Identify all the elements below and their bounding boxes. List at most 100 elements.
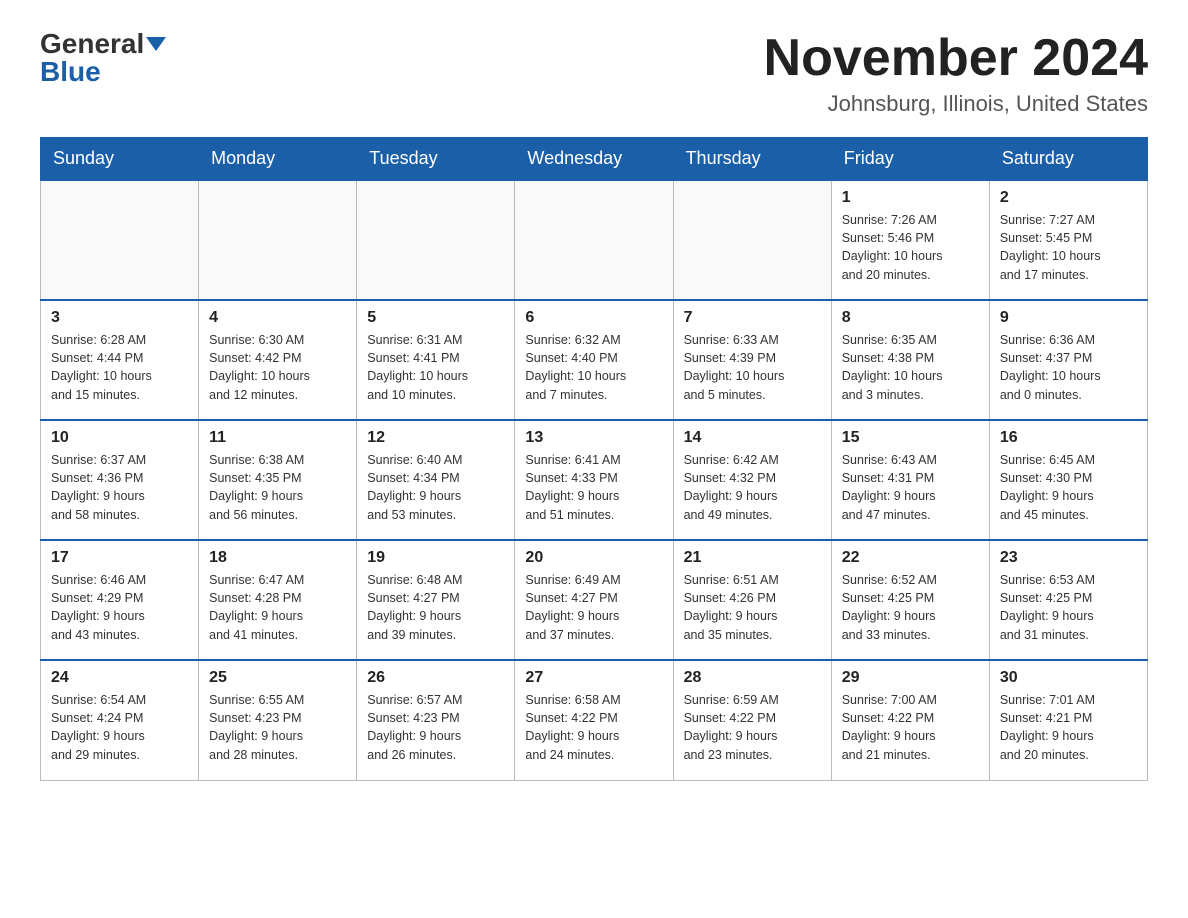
calendar-cell: 20 Sunrise: 6:49 AMSunset: 4:27 PMDayligh… <box>515 540 673 660</box>
day-number: 15 <box>842 429 979 447</box>
day-info: Sunrise: 6:35 AMSunset: 4:38 PMDaylight:… <box>842 331 979 404</box>
day-info: Sunrise: 6:36 AMSunset: 4:37 PMDaylight:… <box>1000 331 1137 404</box>
day-info: Sunrise: 6:32 AMSunset: 4:40 PMDaylight:… <box>525 331 662 404</box>
day-info: Sunrise: 6:57 AMSunset: 4:23 PMDaylight:… <box>367 691 504 764</box>
day-info: Sunrise: 6:41 AMSunset: 4:33 PMDaylight:… <box>525 451 662 524</box>
day-info: Sunrise: 6:51 AMSunset: 4:26 PMDaylight:… <box>684 571 821 644</box>
calendar-cell: 19 Sunrise: 6:48 AMSunset: 4:27 PMDayligh… <box>357 540 515 660</box>
calendar-cell: 29 Sunrise: 7:00 AMSunset: 4:22 PMDayligh… <box>831 660 989 780</box>
calendar-cell: 8 Sunrise: 6:35 AMSunset: 4:38 PMDaylight… <box>831 300 989 420</box>
day-info: Sunrise: 6:59 AMSunset: 4:22 PMDaylight:… <box>684 691 821 764</box>
day-number: 1 <box>842 189 979 207</box>
day-info: Sunrise: 6:38 AMSunset: 4:35 PMDaylight:… <box>209 451 346 524</box>
calendar-cell <box>673 180 831 300</box>
day-info: Sunrise: 6:33 AMSunset: 4:39 PMDaylight:… <box>684 331 821 404</box>
weekday-header-tuesday: Tuesday <box>357 138 515 181</box>
day-number: 8 <box>842 309 979 327</box>
day-info: Sunrise: 6:30 AMSunset: 4:42 PMDaylight:… <box>209 331 346 404</box>
calendar-cell: 13 Sunrise: 6:41 AMSunset: 4:33 PMDayligh… <box>515 420 673 540</box>
calendar-cell: 26Sunrise: 6:57 AMSunset: 4:23 PMDayligh… <box>357 660 515 780</box>
day-info: Sunrise: 7:00 AMSunset: 4:22 PMDaylight:… <box>842 691 979 764</box>
day-info: Sunrise: 7:01 AMSunset: 4:21 PMDaylight:… <box>1000 691 1137 764</box>
day-number: 20 <box>525 549 662 567</box>
day-info: Sunrise: 6:48 AMSunset: 4:27 PMDaylight:… <box>367 571 504 644</box>
day-info: Sunrise: 6:53 AMSunset: 4:25 PMDaylight:… <box>1000 571 1137 644</box>
day-info: Sunrise: 6:37 AMSunset: 4:36 PMDaylight:… <box>51 451 188 524</box>
day-number: 3 <box>51 309 188 327</box>
day-number: 9 <box>1000 309 1137 327</box>
month-title: November 2024 <box>764 30 1148 87</box>
day-number: 11 <box>209 429 346 447</box>
day-info: Sunrise: 6:47 AMSunset: 4:28 PMDaylight:… <box>209 571 346 644</box>
day-number: 7 <box>684 309 821 327</box>
day-number: 14 <box>684 429 821 447</box>
day-info: Sunrise: 6:52 AMSunset: 4:25 PMDaylight:… <box>842 571 979 644</box>
weekday-header-monday: Monday <box>199 138 357 181</box>
calendar-cell: 12 Sunrise: 6:40 AMSunset: 4:34 PMDayligh… <box>357 420 515 540</box>
day-number: 19 <box>367 549 504 567</box>
day-number: 4 <box>209 309 346 327</box>
day-info: Sunrise: 6:28 AMSunset: 4:44 PMDaylight:… <box>51 331 188 404</box>
calendar-cell <box>199 180 357 300</box>
calendar-cell: 24Sunrise: 6:54 AMSunset: 4:24 PMDayligh… <box>41 660 199 780</box>
day-number: 18 <box>209 549 346 567</box>
calendar-cell <box>357 180 515 300</box>
day-number: 17 <box>51 549 188 567</box>
day-number: 30 <box>1000 669 1137 687</box>
calendar-cell: 3 Sunrise: 6:28 AMSunset: 4:44 PMDaylight… <box>41 300 199 420</box>
day-number: 21 <box>684 549 821 567</box>
day-number: 29 <box>842 669 979 687</box>
day-number: 5 <box>367 309 504 327</box>
calendar-cell: 17 Sunrise: 6:46 AMSunset: 4:29 PMDayligh… <box>41 540 199 660</box>
day-number: 25 <box>209 669 346 687</box>
logo: General Blue <box>40 30 166 86</box>
calendar-cell: 1 Sunrise: 7:26 AMSunset: 5:46 PMDaylight… <box>831 180 989 300</box>
week-row-3: 10 Sunrise: 6:37 AMSunset: 4:36 PMDayligh… <box>41 420 1148 540</box>
weekday-header-sunday: Sunday <box>41 138 199 181</box>
weekday-header-wednesday: Wednesday <box>515 138 673 181</box>
day-info: Sunrise: 6:49 AMSunset: 4:27 PMDaylight:… <box>525 571 662 644</box>
day-number: 10 <box>51 429 188 447</box>
calendar-cell: 21 Sunrise: 6:51 AMSunset: 4:26 PMDayligh… <box>673 540 831 660</box>
calendar-cell: 16 Sunrise: 6:45 AMSunset: 4:30 PMDayligh… <box>989 420 1147 540</box>
day-number: 16 <box>1000 429 1137 447</box>
day-info: Sunrise: 6:45 AMSunset: 4:30 PMDaylight:… <box>1000 451 1137 524</box>
calendar-cell <box>515 180 673 300</box>
calendar-cell: 27Sunrise: 6:58 AMSunset: 4:22 PMDayligh… <box>515 660 673 780</box>
week-row-2: 3 Sunrise: 6:28 AMSunset: 4:44 PMDaylight… <box>41 300 1148 420</box>
day-info: Sunrise: 6:40 AMSunset: 4:34 PMDaylight:… <box>367 451 504 524</box>
calendar-cell: 23 Sunrise: 6:53 AMSunset: 4:25 PMDayligh… <box>989 540 1147 660</box>
calendar-cell: 9 Sunrise: 6:36 AMSunset: 4:37 PMDaylight… <box>989 300 1147 420</box>
week-row-5: 24Sunrise: 6:54 AMSunset: 4:24 PMDayligh… <box>41 660 1148 780</box>
day-info: Sunrise: 6:42 AMSunset: 4:32 PMDaylight:… <box>684 451 821 524</box>
day-info: Sunrise: 7:26 AMSunset: 5:46 PMDaylight:… <box>842 211 979 284</box>
day-info: Sunrise: 7:27 AMSunset: 5:45 PMDaylight:… <box>1000 211 1137 284</box>
calendar-cell: 10 Sunrise: 6:37 AMSunset: 4:36 PMDayligh… <box>41 420 199 540</box>
calendar-cell <box>41 180 199 300</box>
calendar-cell: 6Sunrise: 6:32 AMSunset: 4:40 PMDaylight… <box>515 300 673 420</box>
day-info: Sunrise: 6:31 AMSunset: 4:41 PMDaylight:… <box>367 331 504 404</box>
logo-blue: Blue <box>40 58 101 86</box>
calendar-cell: 15Sunrise: 6:43 AMSunset: 4:31 PMDayligh… <box>831 420 989 540</box>
location-title: Johnsburg, Illinois, United States <box>764 91 1148 117</box>
weekday-header-friday: Friday <box>831 138 989 181</box>
calendar-cell: 4 Sunrise: 6:30 AMSunset: 4:42 PMDaylight… <box>199 300 357 420</box>
day-info: Sunrise: 6:46 AMSunset: 4:29 PMDaylight:… <box>51 571 188 644</box>
week-row-4: 17 Sunrise: 6:46 AMSunset: 4:29 PMDayligh… <box>41 540 1148 660</box>
day-number: 2 <box>1000 189 1137 207</box>
calendar-cell: 25Sunrise: 6:55 AMSunset: 4:23 PMDayligh… <box>199 660 357 780</box>
day-number: 23 <box>1000 549 1137 567</box>
day-number: 28 <box>684 669 821 687</box>
weekday-header-row: SundayMondayTuesdayWednesdayThursdayFrid… <box>41 138 1148 181</box>
day-number: 27 <box>525 669 662 687</box>
calendar-cell: 5 Sunrise: 6:31 AMSunset: 4:41 PMDaylight… <box>357 300 515 420</box>
logo-general: General <box>40 30 144 58</box>
weekday-header-thursday: Thursday <box>673 138 831 181</box>
day-info: Sunrise: 6:54 AMSunset: 4:24 PMDaylight:… <box>51 691 188 764</box>
calendar-cell: 11 Sunrise: 6:38 AMSunset: 4:35 PMDayligh… <box>199 420 357 540</box>
logo-triangle-icon <box>146 37 166 51</box>
day-number: 13 <box>525 429 662 447</box>
calendar-cell: 2 Sunrise: 7:27 AMSunset: 5:45 PMDaylight… <box>989 180 1147 300</box>
day-number: 12 <box>367 429 504 447</box>
day-number: 22 <box>842 549 979 567</box>
